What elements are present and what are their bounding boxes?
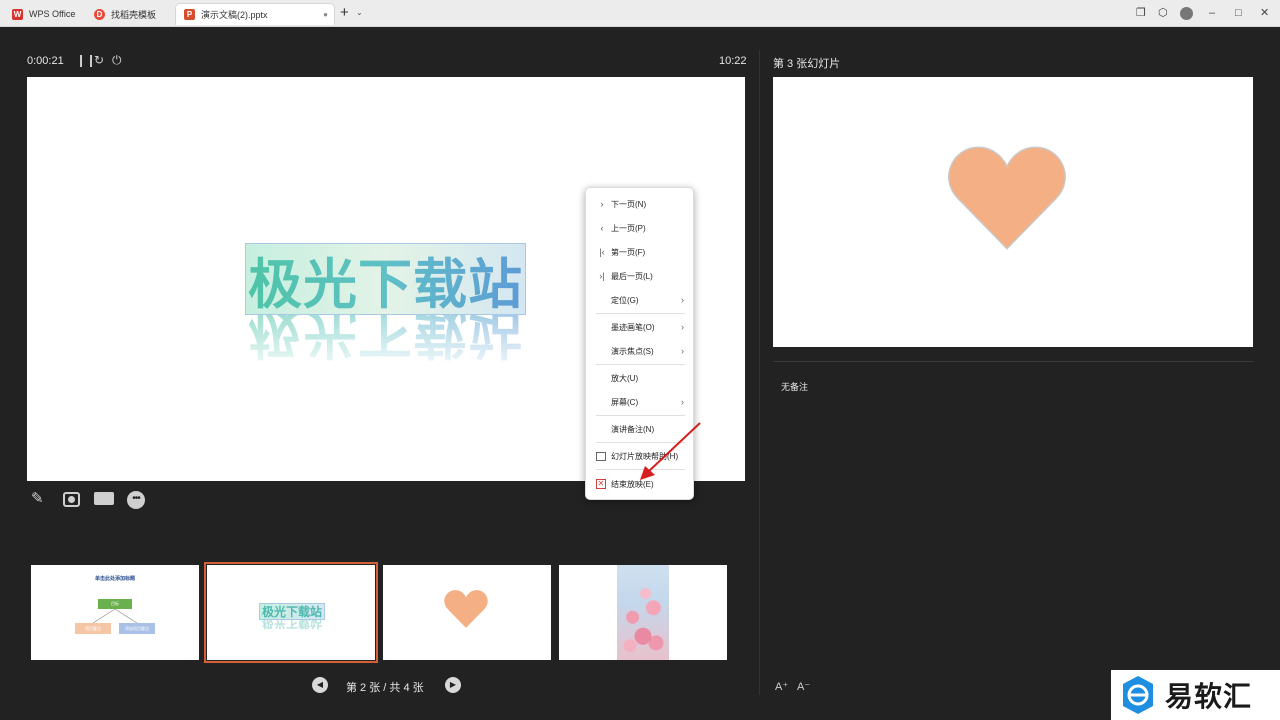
thumbnail-slide-1[interactable]: 单击此处添加标题 目标 项目要点 添加项目要点 [31, 565, 199, 660]
watermark-text: 易软汇 [1165, 680, 1253, 713]
diagram-box-left: 项目要点 [75, 623, 111, 634]
speaker-notes: 无备注 [781, 382, 809, 392]
diagram-connectors [92, 608, 138, 624]
thumbnail-slide-3[interactable] [383, 565, 551, 660]
thumbnail-wordart-reflection-text: 极光下载站 [261, 620, 322, 630]
next-slide-label: 第 3 张幻灯片 [773, 58, 841, 70]
notes-divider [773, 361, 1253, 362]
heart-icon [444, 590, 488, 628]
watermark-logo: 易软汇 [1111, 670, 1280, 720]
previous-slide-button[interactable]: ◀ [312, 677, 328, 693]
thumbnail-wordart: 极光下载站 [259, 603, 325, 620]
thumbnail-wordart-text: 极光下载站 [261, 605, 322, 619]
thumbnail-slide-4[interactable] [559, 565, 727, 660]
page-indicator: 第 2 张 / 共 4 张 [346, 682, 424, 694]
thumbnail-wordart-reflection: 极光下载站 [259, 620, 325, 632]
increase-font-icon[interactable]: A⁺ [775, 680, 788, 693]
thumbnail-slide-2[interactable]: 极光下载站 极光下载站 [204, 562, 378, 663]
next-slide-button[interactable]: ▶ [445, 677, 461, 693]
diagram-box-right: 添加项目要点 [119, 623, 155, 634]
next-slide-preview [773, 77, 1253, 347]
panel-divider [759, 50, 760, 695]
heart-icon [948, 146, 1066, 250]
cherry-blossom-photo [617, 565, 669, 660]
watermark-e-icon [1123, 676, 1153, 714]
decrease-font-icon[interactable]: A⁻ [797, 680, 810, 693]
